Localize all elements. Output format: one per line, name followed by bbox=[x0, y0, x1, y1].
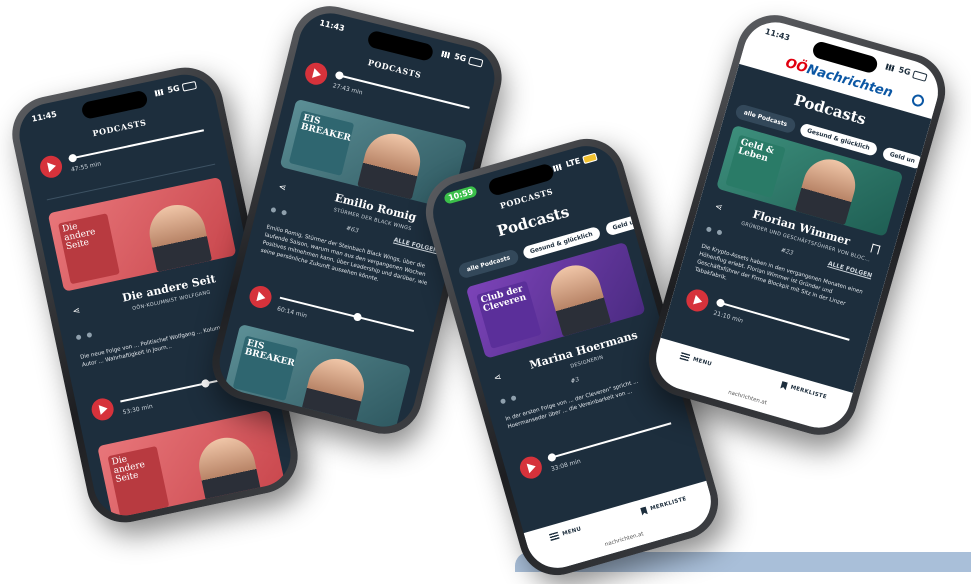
user-icon[interactable] bbox=[910, 93, 926, 108]
nav-menu-label: MENU bbox=[561, 525, 582, 537]
player-duration: 21:10 min bbox=[712, 309, 744, 325]
cover-art: Geld & Leben bbox=[725, 134, 786, 198]
progress-handle[interactable] bbox=[200, 378, 211, 389]
nav-bookmarks[interactable]: MERKLISTE bbox=[780, 381, 828, 402]
cover-art: Club der Cleveren bbox=[476, 280, 542, 349]
play-button[interactable] bbox=[38, 153, 65, 180]
guest-photo bbox=[544, 259, 612, 337]
dot-icon bbox=[86, 332, 93, 338]
phone-right-screen: 11:43 5G OÖNachrichten Podcasts alle Pod… bbox=[648, 14, 946, 436]
player-duration: 47:55 min bbox=[70, 160, 102, 174]
player-duration: 60:14 min bbox=[276, 305, 308, 320]
network-label: 5G bbox=[166, 83, 181, 95]
dot-icon bbox=[75, 334, 82, 341]
menu-icon bbox=[679, 352, 691, 362]
all-episodes-link[interactable]: ALLE FOLGEN bbox=[827, 260, 873, 279]
battery-icon bbox=[912, 69, 928, 82]
dot-icon bbox=[716, 229, 723, 236]
signal-icon bbox=[552, 162, 565, 172]
player-duration: 53:30 min bbox=[122, 403, 154, 417]
status-time: 10:59 bbox=[443, 184, 479, 205]
status-time: 11:43 bbox=[763, 26, 791, 43]
dot-icon bbox=[270, 206, 277, 214]
cover-art: Die andere Seite bbox=[107, 446, 170, 518]
status-time: 11:45 bbox=[30, 109, 58, 124]
nav-menu[interactable]: MENU bbox=[548, 525, 582, 541]
share-icon[interactable]: ⋖ bbox=[713, 202, 724, 214]
status-time: 11:43 bbox=[318, 18, 346, 34]
dot-icon bbox=[705, 226, 712, 233]
battery-icon bbox=[468, 55, 484, 68]
bookmark-icon bbox=[640, 507, 648, 516]
player-duration: 27:43 min bbox=[331, 82, 364, 97]
progress-handle[interactable] bbox=[715, 298, 726, 308]
nav-bookmarks-label: MERKLISTE bbox=[789, 384, 828, 401]
host-photo bbox=[144, 199, 213, 273]
audio-player: 33:08 min bbox=[517, 415, 682, 492]
progress-handle[interactable] bbox=[67, 153, 78, 163]
share-icon[interactable]: ⋖ bbox=[493, 372, 504, 384]
cover-art: EIS BREAKER bbox=[232, 335, 299, 401]
guest-photo bbox=[357, 127, 427, 200]
signal-icon bbox=[441, 50, 453, 59]
dot-icon bbox=[499, 398, 507, 405]
play-button[interactable] bbox=[517, 454, 545, 482]
episode-number: #63 bbox=[345, 224, 360, 235]
nav-menu-label: MENU bbox=[692, 356, 713, 368]
play-button[interactable] bbox=[247, 283, 274, 311]
network-label: 5G bbox=[897, 65, 912, 78]
signal-icon bbox=[154, 88, 166, 97]
battery-icon bbox=[581, 152, 598, 164]
nav-bookmarks-label: MERKLISTE bbox=[649, 496, 688, 513]
bookmark-icon[interactable] bbox=[870, 243, 881, 255]
chip-geld[interactable]: Geld un bbox=[603, 211, 648, 238]
dot-icon bbox=[281, 209, 288, 216]
network-label: LTE bbox=[564, 156, 582, 170]
nav-bookmarks[interactable]: MERKLISTE bbox=[640, 495, 688, 516]
cover-art: Die andere Seite bbox=[58, 213, 120, 285]
battery-icon bbox=[181, 80, 197, 92]
episode-number: #3 bbox=[569, 376, 581, 386]
progress-handle[interactable] bbox=[334, 70, 345, 81]
play-button[interactable] bbox=[89, 396, 116, 423]
menu-icon bbox=[548, 531, 560, 541]
guest-photo bbox=[301, 352, 370, 425]
cover-art: EIS BREAKER bbox=[288, 110, 355, 176]
play-button[interactable] bbox=[302, 60, 330, 88]
nav-menu[interactable]: MENU bbox=[679, 352, 713, 368]
audio-player: 47:55 min bbox=[38, 123, 213, 192]
host-photo bbox=[193, 432, 262, 505]
progress-track[interactable] bbox=[546, 422, 672, 463]
chip-geld[interactable]: Geld un bbox=[880, 144, 925, 171]
episode-number: #23 bbox=[779, 246, 795, 257]
share-icon[interactable]: ⋖ bbox=[72, 306, 83, 317]
network-label: 5G bbox=[453, 51, 468, 64]
dynamic-island bbox=[80, 89, 149, 120]
signal-icon bbox=[885, 63, 897, 72]
phone-right: 11:43 5G OÖNachrichten Podcasts alle Pod… bbox=[639, 6, 955, 444]
bookmark-icon bbox=[780, 381, 788, 390]
progress-handle[interactable] bbox=[546, 452, 557, 463]
progress-handle[interactable] bbox=[352, 312, 363, 322]
guest-photo bbox=[794, 153, 862, 226]
dynamic-island bbox=[366, 29, 435, 63]
dot-icon bbox=[510, 395, 517, 402]
share-icon[interactable]: ⋖ bbox=[277, 182, 288, 194]
play-button[interactable] bbox=[683, 286, 711, 315]
